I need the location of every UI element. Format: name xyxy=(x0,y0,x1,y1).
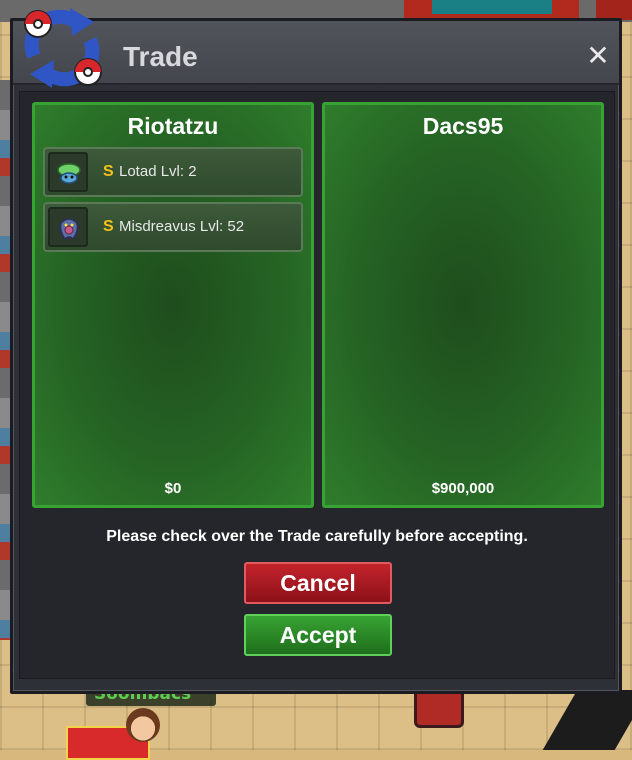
left-player-name: Riotatzu xyxy=(127,113,219,139)
trade-notice: Please check over the Trade carefully be… xyxy=(106,528,528,545)
cancel-button[interactable]: Cancel xyxy=(244,562,392,604)
pokemon-label: Misdreavus Lvl: 52 xyxy=(119,218,245,235)
accept-button[interactable]: Accept xyxy=(244,614,392,656)
game-roof-corner xyxy=(596,0,632,20)
left-trade-panel: Riotatzu S Lotad Lvl: 2 S Misdreavus Lvl… xyxy=(32,102,314,508)
trade-content: Riotatzu S Lotad Lvl: 2 S Misdreavus Lvl… xyxy=(19,91,615,679)
shiny-marker: S xyxy=(103,218,114,235)
lotad-sprite-icon xyxy=(48,152,88,192)
trade-window: Trade ✕ Riotatzu S Lotad Lvl: 2 S Misdre… xyxy=(10,18,622,694)
pokemon-offer-item[interactable]: S Lotad Lvl: 2 xyxy=(43,147,303,197)
misdreavus-sprite-icon xyxy=(48,207,88,247)
close-button[interactable]: ✕ xyxy=(585,42,611,70)
player-sprite[interactable] xyxy=(126,708,160,742)
right-trade-panel: Dacs95 $900,000 xyxy=(322,102,604,508)
trade-arrows-icon xyxy=(24,8,102,88)
window-title: Trade xyxy=(123,41,198,72)
pokemon-label: Lotad Lvl: 2 xyxy=(119,163,197,180)
left-money-offer: $0 xyxy=(164,480,182,497)
right-money-offer: $900,000 xyxy=(431,480,495,497)
right-player-name: Dacs95 xyxy=(422,113,504,139)
pokemon-offer-item[interactable]: S Misdreavus Lvl: 52 xyxy=(43,202,303,252)
shiny-marker: S xyxy=(103,163,114,180)
game-roof-teal xyxy=(432,0,552,14)
